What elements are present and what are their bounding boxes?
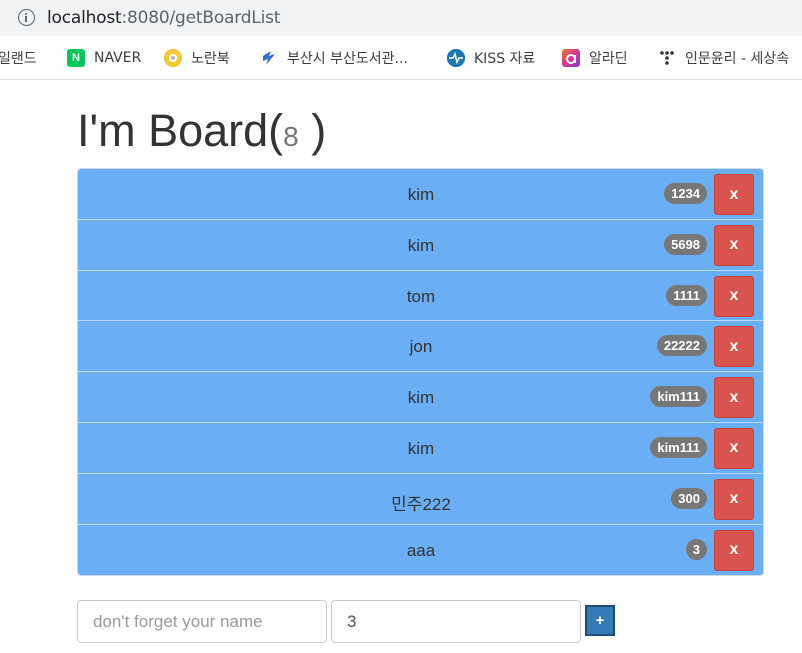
aladin-icon xyxy=(562,49,580,67)
number-input[interactable] xyxy=(331,600,581,643)
item-badge: 22222 xyxy=(656,335,707,357)
bookmark-label: NAVER xyxy=(94,50,142,66)
kiss-icon xyxy=(447,49,465,67)
delete-button[interactable]: x xyxy=(714,427,754,469)
delete-button[interactable]: x xyxy=(714,224,754,266)
delete-button[interactable]: x xyxy=(714,326,754,368)
list-item: kim kim111 x xyxy=(78,422,763,474)
item-name: tom xyxy=(406,286,436,306)
board-count: 8 xyxy=(283,121,299,152)
delete-button[interactable]: x xyxy=(714,275,754,317)
list-item: 민주222 300 x xyxy=(78,473,763,525)
bookmark-label: 알라딘 xyxy=(589,51,628,67)
list-item: kim 1234 x xyxy=(78,169,763,220)
bookmarks-bar: 일랜드 N NAVER 노란북 부산시 부산도서관... KISS 자료 알라딘… xyxy=(0,36,802,80)
bookmark-label: 노란북 xyxy=(191,51,230,67)
bookmark-item-illand[interactable]: 일랜드 xyxy=(0,48,37,68)
bookmark-label: 일랜드 xyxy=(0,51,37,67)
delete-button[interactable]: x xyxy=(714,174,754,215)
board-list: kim 1234 x kim 5698 x tom 1111 x jon 222… xyxy=(77,168,764,577)
list-item: jon 22222 x xyxy=(78,321,763,373)
list-item: aaa 3 x xyxy=(78,524,763,576)
bookmark-item-busan-library[interactable]: 부산시 부산도서관... xyxy=(260,48,408,68)
delete-button[interactable]: x xyxy=(714,529,754,571)
bookmark-item-kiss[interactable]: KISS 자료 xyxy=(447,48,535,68)
list-item: kim 5698 x xyxy=(78,219,763,271)
info-icon[interactable] xyxy=(18,9,35,26)
item-name: kim xyxy=(407,235,435,255)
item-name: 민주222 xyxy=(391,494,451,514)
item-badge: 300 xyxy=(671,487,707,509)
bookmark-label: KISS 자료 xyxy=(474,51,536,67)
page-title: I'm Board(8 ) xyxy=(77,105,327,156)
item-badge: kim111 xyxy=(650,386,707,408)
name-input[interactable] xyxy=(77,600,327,643)
item-badge: 1111 xyxy=(666,284,707,306)
bookmark-item-naver[interactable]: N NAVER xyxy=(67,48,141,68)
item-badge: 3 xyxy=(685,538,707,560)
delete-button[interactable]: x xyxy=(714,377,754,419)
dots-icon xyxy=(658,49,676,67)
noranbook-icon xyxy=(164,49,182,67)
item-badge: 1234 xyxy=(664,183,707,204)
url-text[interactable]: localhost:8080/getBoardList xyxy=(47,8,280,28)
item-name: aaa xyxy=(406,540,436,560)
item-name: kim xyxy=(407,185,435,204)
address-bar[interactable]: localhost:8080/getBoardList xyxy=(0,0,802,36)
bookmark-label: 인문윤리 - 세상속 xyxy=(685,51,790,67)
item-badge: 5698 xyxy=(664,233,707,255)
item-badge: kim111 xyxy=(650,436,707,458)
list-item: kim kim111 x xyxy=(78,372,763,423)
delete-button[interactable]: x xyxy=(714,478,754,520)
bookmark-item-inmun[interactable]: 인문윤리 - 세상속 xyxy=(658,48,789,68)
bookmark-item-noranbook[interactable]: 노란북 xyxy=(164,48,230,68)
busan-library-icon xyxy=(260,49,278,67)
bookmark-label: 부산시 부산도서관... xyxy=(287,51,408,67)
bookmark-item-aladin[interactable]: 알라딘 xyxy=(562,48,628,68)
add-button[interactable]: + xyxy=(585,605,615,636)
naver-icon: N xyxy=(67,49,85,67)
list-item: tom 1111 x xyxy=(78,270,763,322)
